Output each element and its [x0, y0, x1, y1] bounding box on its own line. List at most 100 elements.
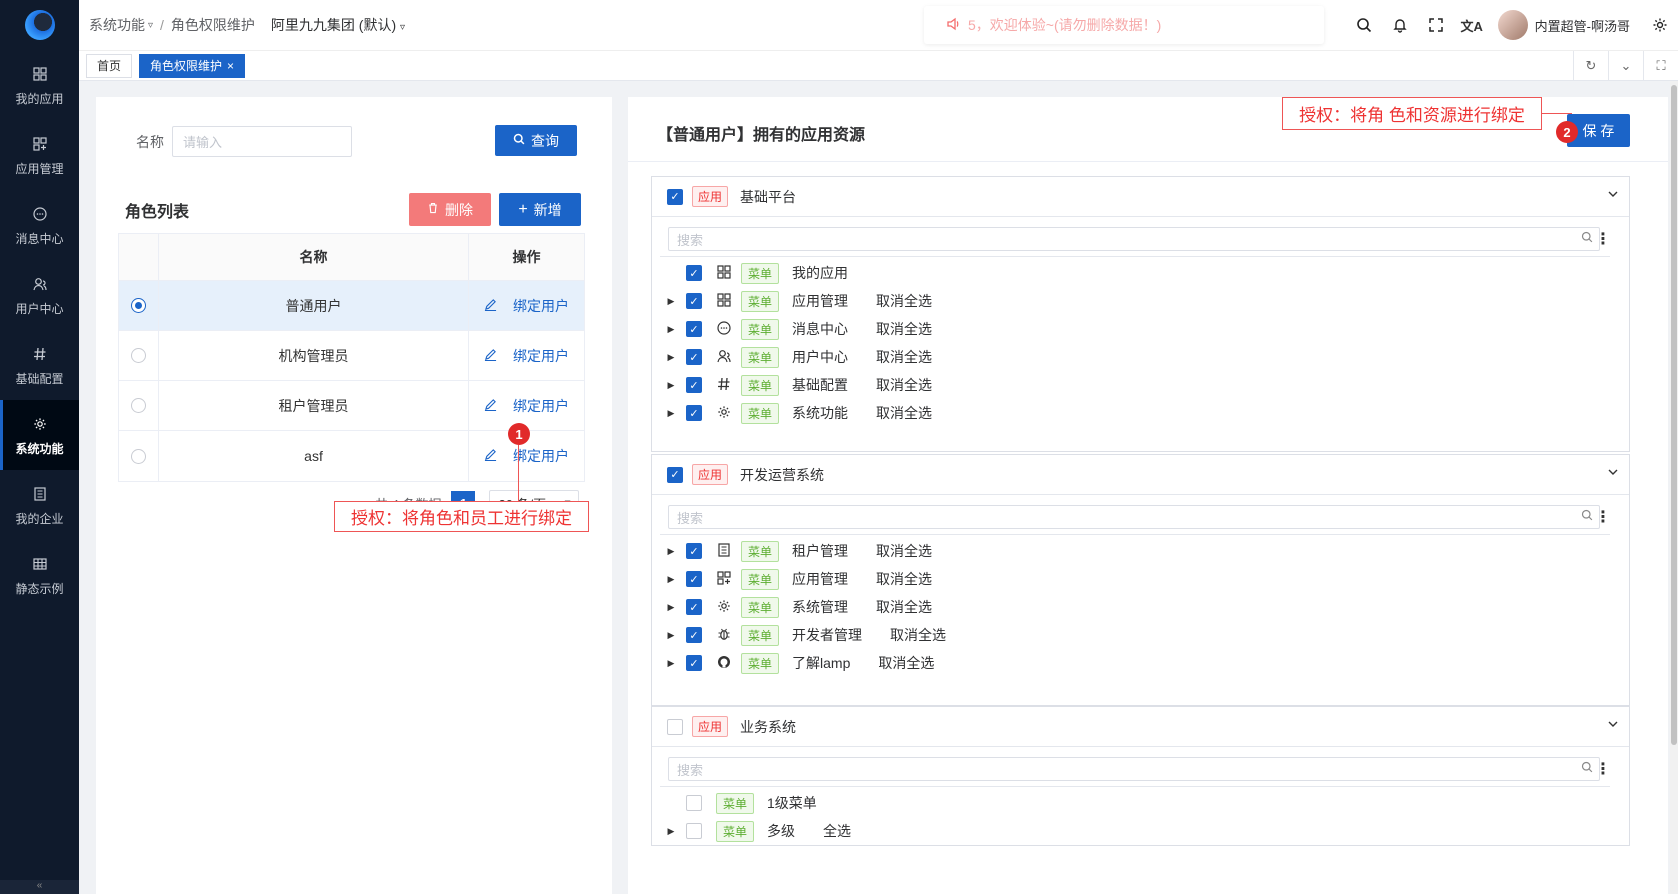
- caret-right-icon[interactable]: ▶: [664, 352, 678, 363]
- bind-user-link[interactable]: 绑定用户: [513, 346, 569, 366]
- bind-user-link[interactable]: 绑定用户: [513, 446, 569, 466]
- tree-node[interactable]: ▶ ✓ 菜单 应用管理 取消全选: [668, 565, 1621, 593]
- name-search-input[interactable]: 请输入: [172, 126, 352, 157]
- tree-node[interactable]: ▶ ✓ 菜单 系统功能 取消全选: [668, 399, 1621, 427]
- caret-right-icon[interactable]: ▶: [664, 380, 678, 391]
- caret-right-icon[interactable]: ▶: [664, 296, 678, 307]
- scrollbar-thumb[interactable]: [1671, 85, 1677, 745]
- toggle-select-all-link[interactable]: 取消全选: [876, 403, 932, 423]
- search-icon[interactable]: [1346, 7, 1382, 43]
- app-checkbox[interactable]: ✓: [667, 466, 683, 483]
- caret-right-icon[interactable]: ▶: [664, 658, 678, 669]
- tree-node[interactable]: ▶ ✓ 菜单 基础配置 取消全选: [668, 371, 1621, 399]
- edit-icon[interactable]: [484, 448, 497, 464]
- sidebar-item-3[interactable]: 用户中心: [0, 260, 79, 330]
- tree-node[interactable]: ▶菜单1级菜单: [668, 789, 1621, 817]
- chevron-down-icon[interactable]: [1607, 188, 1619, 203]
- sidebar-item-5[interactable]: 系统功能: [0, 400, 79, 470]
- sidebar-item-1[interactable]: 应用管理: [0, 120, 79, 190]
- more-vertical-icon[interactable]: ⋮: [1595, 229, 1611, 249]
- tree-checkbox[interactable]: ✓: [686, 599, 702, 615]
- toggle-select-all-link[interactable]: 取消全选: [876, 569, 932, 589]
- toggle-select-all-link[interactable]: 取消全选: [876, 347, 932, 367]
- chevron-down-icon[interactable]: [1607, 718, 1619, 733]
- tree-checkbox[interactable]: ✓: [686, 293, 702, 309]
- tree-checkbox[interactable]: ✓: [686, 321, 702, 337]
- tree-node[interactable]: ▶ ✓ 菜单 开发者管理 取消全选: [668, 621, 1621, 649]
- caret-right-icon[interactable]: ▶: [664, 630, 678, 641]
- caret-right-icon[interactable]: ▶: [664, 602, 678, 613]
- close-icon[interactable]: ×: [227, 59, 234, 73]
- app-card-header[interactable]: ✓ 应用 开发运营系统: [652, 455, 1629, 495]
- table-row[interactable]: 普通用户 绑定用户: [119, 281, 584, 331]
- logo[interactable]: [0, 0, 79, 50]
- tree-checkbox[interactable]: [686, 795, 702, 811]
- tree-node[interactable]: ▶ ✓ 菜单 消息中心 取消全选: [668, 315, 1621, 343]
- row-radio[interactable]: [131, 298, 146, 313]
- toggle-select-all-link[interactable]: 取消全选: [890, 625, 946, 645]
- more-vertical-icon[interactable]: ⋮: [1595, 507, 1611, 527]
- app-card-header[interactable]: 应用 业务系统: [652, 707, 1629, 747]
- sidebar-item-2[interactable]: 消息中心: [0, 190, 79, 260]
- tab-role-permission[interactable]: 角色权限维护 ×: [139, 53, 246, 78]
- tree-node[interactable]: ▶ ✓ 菜单 了解lamp 取消全选: [668, 649, 1621, 677]
- caret-right-icon[interactable]: ▶: [664, 324, 678, 335]
- tab-home[interactable]: 首页: [86, 53, 133, 78]
- settings-icon[interactable]: [1642, 7, 1678, 43]
- translate-icon[interactable]: 文A: [1454, 7, 1490, 43]
- bind-user-link[interactable]: 绑定用户: [513, 296, 569, 316]
- refresh-icon[interactable]: ↻: [1573, 51, 1608, 81]
- bind-user-link[interactable]: 绑定用户: [513, 396, 569, 416]
- tree-checkbox[interactable]: ✓: [686, 349, 702, 365]
- row-radio[interactable]: [131, 348, 146, 363]
- org-select[interactable]: 阿里九九集团 (默认) ▿: [271, 15, 405, 35]
- maximize-icon[interactable]: ⛶: [1643, 51, 1678, 81]
- row-radio[interactable]: [131, 448, 146, 464]
- caret-right-icon[interactable]: ▶: [664, 408, 678, 419]
- delete-button[interactable]: 删除: [409, 193, 491, 226]
- user-menu[interactable]: 内置超管-啊汤哥: [1497, 10, 1630, 40]
- tree-search-input[interactable]: 搜索: [668, 505, 1600, 529]
- tree-checkbox[interactable]: ✓: [686, 405, 702, 421]
- caret-right-icon[interactable]: ▶: [664, 826, 678, 837]
- tree-checkbox[interactable]: ✓: [686, 571, 702, 587]
- tree-checkbox[interactable]: ✓: [686, 655, 702, 671]
- tree-node[interactable]: ▶ 菜单 多级 全选: [668, 817, 1621, 845]
- tree-checkbox[interactable]: ✓: [686, 627, 702, 643]
- collapse-icon[interactable]: «: [0, 880, 79, 894]
- toggle-select-all-link[interactable]: 取消全选: [878, 653, 934, 673]
- breadcrumb-item[interactable]: 系统功能: [89, 15, 145, 35]
- toggle-select-all-link[interactable]: 取消全选: [876, 541, 932, 561]
- edit-icon[interactable]: [484, 348, 497, 364]
- sidebar-item-6[interactable]: 我的企业: [0, 470, 79, 540]
- caret-right-icon[interactable]: ▶: [664, 574, 678, 585]
- tree-node[interactable]: ▶ ✓ 菜单 租户管理 取消全选: [668, 537, 1621, 565]
- app-card-header[interactable]: ✓ 应用 基础平台: [652, 177, 1629, 217]
- add-button[interactable]: + 新增: [499, 193, 581, 226]
- tree-checkbox[interactable]: ✓: [686, 377, 702, 393]
- table-row[interactable]: 机构管理员 绑定用户: [119, 331, 584, 381]
- edit-icon[interactable]: [484, 398, 497, 414]
- chevron-down-icon[interactable]: ⌄: [1608, 51, 1643, 81]
- toggle-select-all-link[interactable]: 取消全选: [876, 597, 932, 617]
- tree-search-input[interactable]: 搜索: [668, 757, 1600, 781]
- tree-node[interactable]: ▶ ✓ 菜单 应用管理 取消全选: [668, 287, 1621, 315]
- caret-right-icon[interactable]: ▶: [664, 546, 678, 557]
- tree-node[interactable]: ▶ ✓ 菜单 用户中心 取消全选: [668, 343, 1621, 371]
- toggle-select-all-link[interactable]: 取消全选: [876, 291, 932, 311]
- tree-node[interactable]: ▶ ✓ 菜单 系统管理 取消全选: [668, 593, 1621, 621]
- row-radio[interactable]: [131, 398, 146, 413]
- toggle-select-all-link[interactable]: 全选: [823, 821, 851, 841]
- sidebar-item-7[interactable]: 静态示例: [0, 540, 79, 610]
- chevron-down-icon[interactable]: [1607, 466, 1619, 481]
- bell-icon[interactable]: [1382, 7, 1418, 43]
- tree-node[interactable]: ▶✓菜单我的应用: [668, 259, 1621, 287]
- toggle-select-all-link[interactable]: 取消全选: [876, 319, 932, 339]
- scrollbar[interactable]: [1670, 81, 1678, 894]
- toggle-select-all-link[interactable]: 取消全选: [876, 375, 932, 395]
- app-checkbox[interactable]: [667, 718, 683, 735]
- query-button[interactable]: 查询: [495, 125, 577, 156]
- sidebar-item-0[interactable]: 我的应用: [0, 50, 79, 120]
- tree-checkbox[interactable]: [686, 823, 702, 839]
- app-checkbox[interactable]: ✓: [667, 188, 683, 205]
